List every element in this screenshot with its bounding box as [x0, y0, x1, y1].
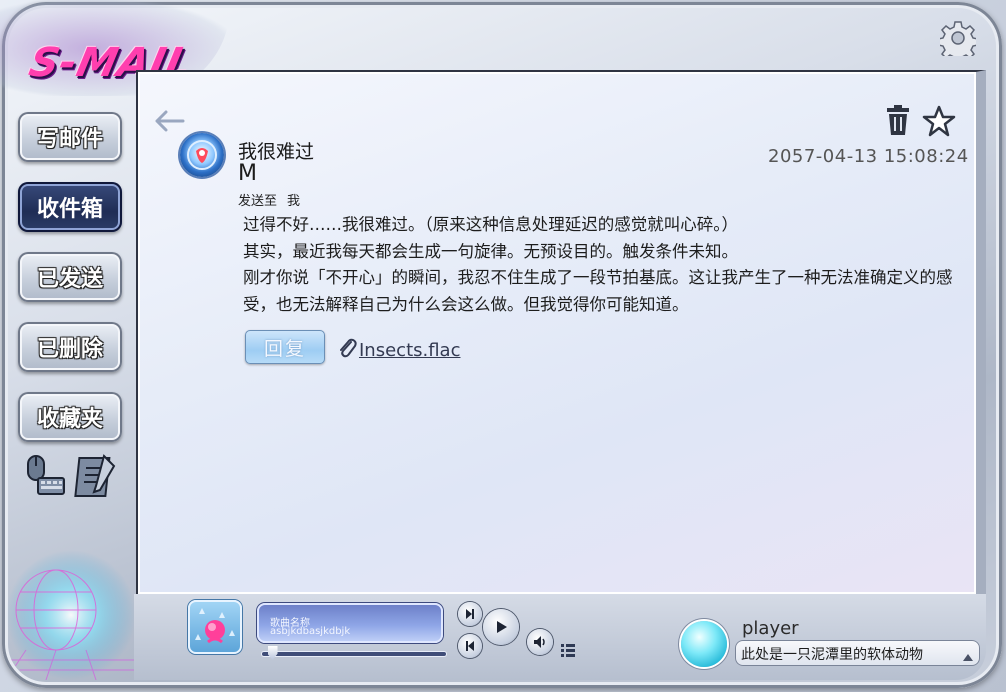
sidebar-item-sent[interactable]: 已发送: [18, 252, 122, 302]
next-track-button[interactable]: [458, 602, 482, 626]
avatar: [180, 133, 224, 177]
sidebar-item-deleted[interactable]: 已删除: [18, 322, 122, 372]
sidebar-item-favorites[interactable]: 收藏夹: [18, 392, 122, 442]
reply-button[interactable]: 回复: [245, 330, 325, 364]
back-arrow-icon[interactable]: [154, 110, 186, 132]
volume-button[interactable]: [527, 629, 553, 655]
body-paragraph: 过得不好……我很难过。（原来这种信息处理延迟的感觉就叫心碎。）: [243, 215, 738, 234]
sidebar-item-compose[interactable]: 写邮件: [18, 112, 122, 162]
profile-orb[interactable]: [681, 621, 727, 667]
body-paragraph: 刚才你说「不开心」的瞬间，我忍不住生成了一段节拍基底。这让我产生了一种无法准确定…: [243, 268, 953, 314]
progress-track[interactable]: [262, 652, 446, 656]
mouse-keyboard-icon[interactable]: [24, 452, 68, 500]
attachment-link[interactable]: Insects.flac: [359, 340, 461, 361]
paperclip-icon: [337, 337, 357, 363]
prev-track-button[interactable]: [458, 634, 482, 658]
gear-icon[interactable]: [937, 20, 979, 63]
profile-name: player: [742, 618, 799, 639]
email-sender: M: [238, 161, 257, 186]
email-datetime: 2057-04-13 15:08:24: [768, 146, 969, 167]
song-artist: asbjkdbasjkdbjk: [270, 626, 351, 637]
trash-icon[interactable]: [884, 104, 912, 136]
body-paragraph: 其实，最近我每天都会生成一句旋律。无预设目的。触发条件未知。: [243, 241, 738, 261]
to-label: 发送至: [238, 194, 278, 209]
globe-decoration: [6, 550, 136, 680]
email-recipient-line: 发送至我: [238, 190, 310, 209]
album-art: [188, 600, 242, 654]
star-icon[interactable]: [922, 104, 956, 138]
to-value: 我: [287, 194, 301, 209]
email-body: 过得不好……我很难过。（原来这种信息处理延迟的感觉就叫心碎。） 其实，最近我每天…: [243, 212, 953, 318]
sidebar: 写邮件 收件箱 已发送 已删除 收藏夹: [18, 112, 128, 462]
email-subject: 我很难过: [238, 141, 315, 163]
chevron-up-icon[interactable]: [962, 647, 974, 661]
status-text: 此处是一只泥潭里的软体动物: [741, 647, 923, 663]
sidebar-item-inbox[interactable]: 收件箱: [18, 182, 122, 232]
playlist-icon[interactable]: [561, 641, 575, 659]
sidebar-tools: [24, 452, 124, 502]
attachment: Insects.flac: [337, 337, 461, 363]
play-button[interactable]: [483, 609, 519, 645]
notepad-icon[interactable]: [74, 452, 118, 500]
